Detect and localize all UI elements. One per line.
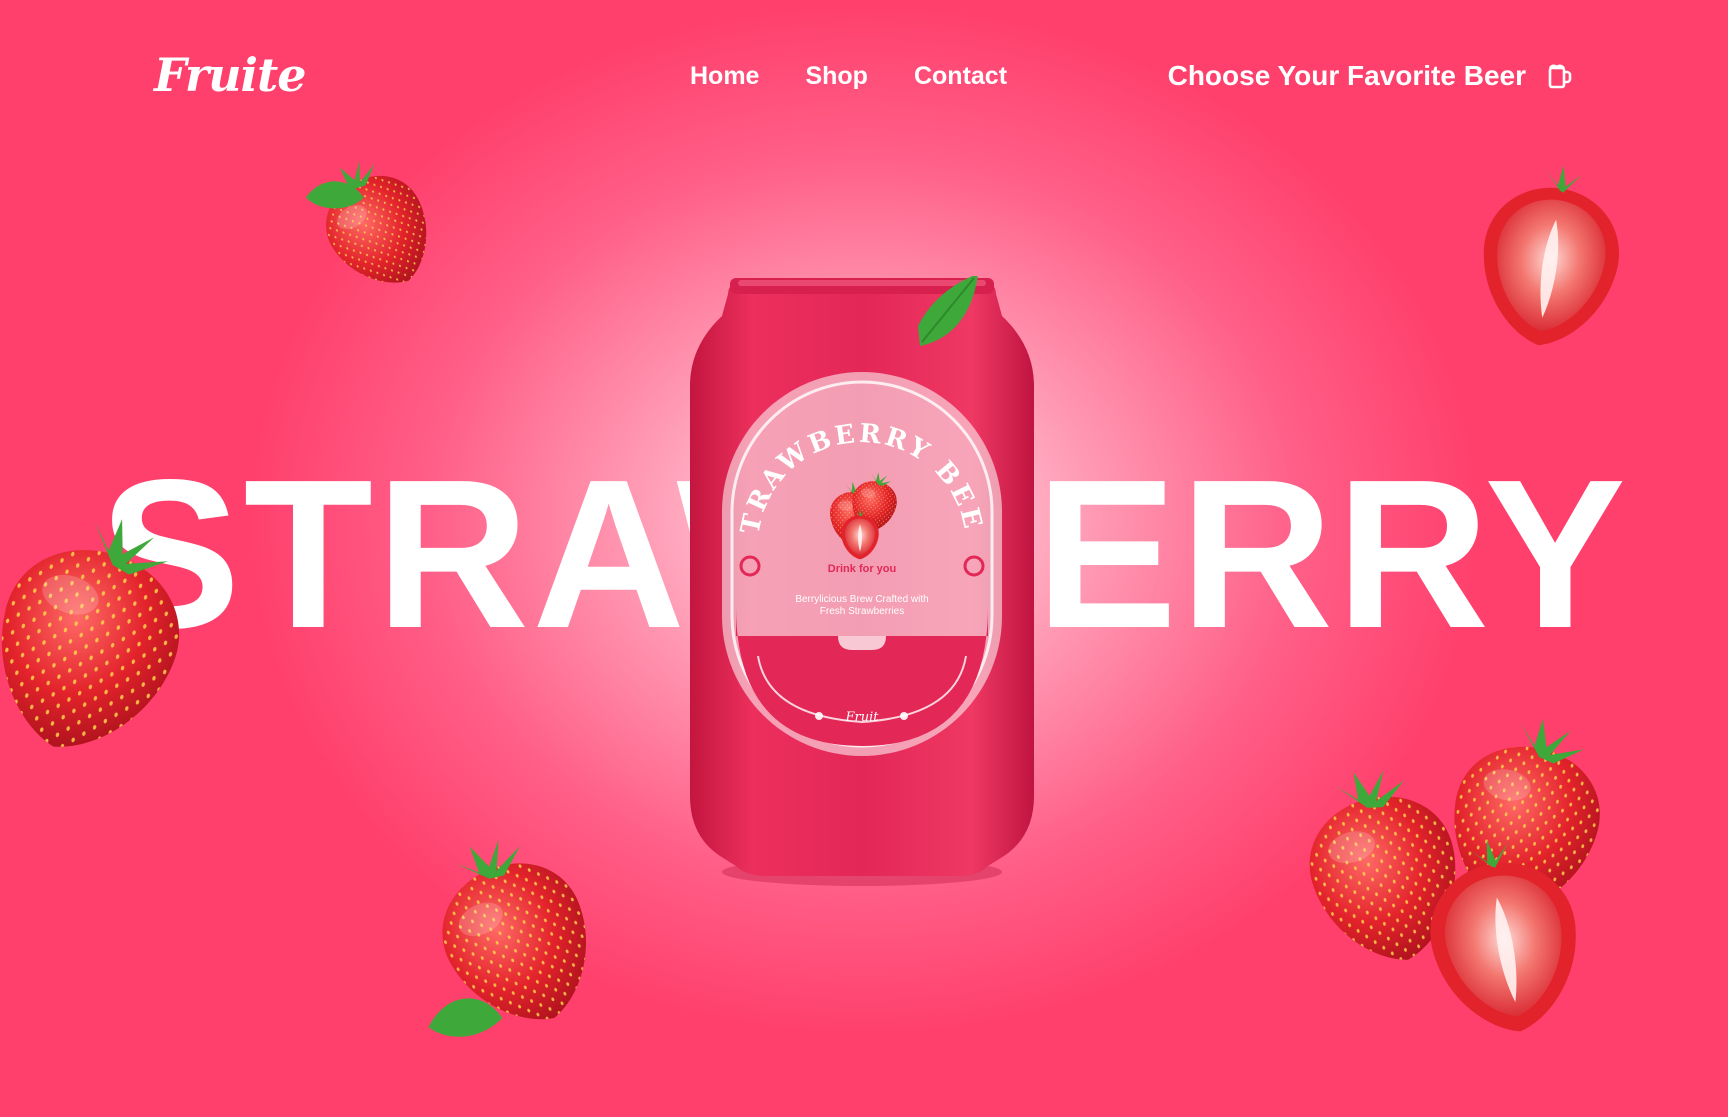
choose-beer-label: Choose Your Favorite Beer: [1167, 60, 1526, 91]
strawberry-image-bottom-left: [410, 815, 619, 1048]
can-tagline: Drink for you: [828, 563, 896, 575]
nav-home-link[interactable]: Home: [690, 62, 759, 91]
can-description-line2: Fresh Strawberries: [820, 606, 904, 617]
strawberry-cluster-bottom-right: [1300, 710, 1619, 1045]
choose-beer-button[interactable]: Choose Your Favorite Beer: [1168, 60, 1572, 92]
can-signature: Fruit: [845, 710, 880, 725]
strawberry-image-left: [0, 493, 210, 774]
beer-mug-icon: [1548, 64, 1572, 89]
beer-can-image: STRAWBERRY BEER Drink for you Berrylicio…: [688, 276, 1034, 886]
strawberry-image-top-left: [299, 141, 452, 306]
main-nav: Home Shop Contact: [690, 62, 1007, 91]
nav-contact-link[interactable]: Contact: [914, 62, 1007, 91]
can-description-line1: Berrylicious Brew Crafted with: [795, 594, 928, 605]
brand-logo[interactable]: Fruite: [154, 48, 307, 102]
nav-shop-link[interactable]: Shop: [805, 62, 868, 91]
strawberry-half-image-top-right: [1471, 160, 1630, 350]
